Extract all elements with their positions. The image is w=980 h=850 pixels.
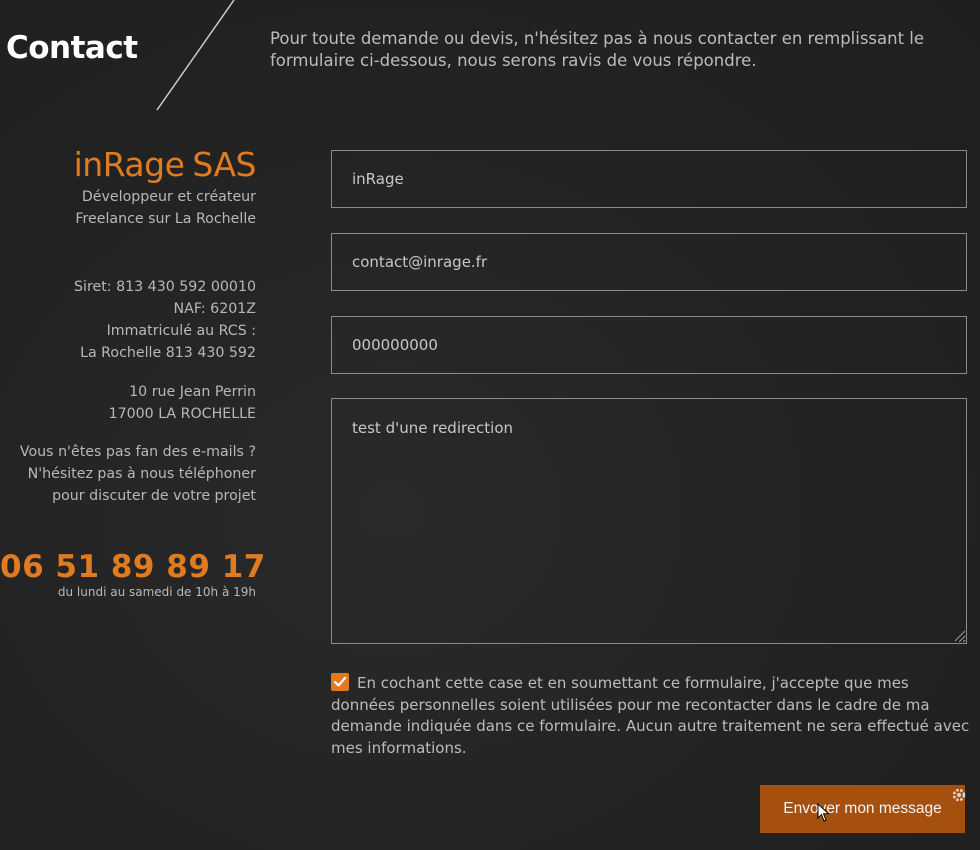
- opening-hours: du lundi au samedi de 10h à 19h: [57, 585, 256, 599]
- company-name-main: inRage: [73, 145, 185, 184]
- call-invitation: Vous n'êtes pas fan des e-mails ? N'hési…: [0, 441, 256, 507]
- legal-info: Siret: 813 430 592 00010 NAF: 6201Z Imma…: [0, 276, 256, 364]
- mouse-cursor-icon: [817, 803, 830, 822]
- gear-icon: [952, 788, 966, 802]
- company-info: inRage SAS Développeur et créateur Freela…: [0, 143, 265, 599]
- consent-text: En cochant cette case et en soumettant c…: [331, 674, 970, 757]
- call-line: pour discuter de votre projet: [52, 488, 256, 504]
- phone-input[interactable]: [331, 316, 967, 374]
- email-input[interactable]: [331, 233, 967, 291]
- rcs-label: Immatriculé au RCS :: [106, 323, 256, 339]
- company-name: inRage SAS: [0, 143, 257, 187]
- call-line: N'hésitez pas à nous téléphoner: [27, 466, 256, 482]
- contact-page: Contact Pour toute demande ou devis, n'h…: [0, 0, 980, 850]
- address-city: 17000 LA ROCHELLE: [108, 406, 256, 422]
- phone-number[interactable]: 06 51 89 89 17: [0, 549, 265, 585]
- company-name-suffix: SAS: [192, 145, 256, 184]
- checkmark-icon: [333, 676, 347, 687]
- siret-text: Siret: 813 430 592 00010: [74, 279, 256, 295]
- tagline-line: Développeur et créateur: [81, 189, 256, 205]
- naf-text: NAF: 6201Z: [173, 301, 257, 317]
- tagline-line: Freelance sur La Rochelle: [75, 211, 256, 227]
- consent-block: En cochant cette case et en soumettant c…: [331, 673, 971, 759]
- rcs-value: La Rochelle 813 430 592: [80, 345, 256, 361]
- company-address: 10 rue Jean Perrin 17000 LA ROCHELLE: [0, 381, 256, 425]
- name-input[interactable]: [331, 150, 967, 208]
- submit-button[interactable]: Envoyer mon message: [760, 785, 965, 833]
- resize-handle-icon[interactable]: [952, 628, 966, 642]
- call-line: Vous n'êtes pas fan des e-mails ?: [19, 444, 256, 460]
- intro-text: Pour toute demande ou devis, n'hésitez p…: [270, 29, 925, 70]
- page-title: Contact: [6, 30, 138, 66]
- consent-checkbox[interactable]: [331, 673, 349, 691]
- address-street: 10 rue Jean Perrin: [129, 384, 256, 400]
- message-textarea[interactable]: test d'une redirection: [331, 398, 967, 644]
- company-tagline: Développeur et créateur Freelance sur La…: [0, 186, 256, 230]
